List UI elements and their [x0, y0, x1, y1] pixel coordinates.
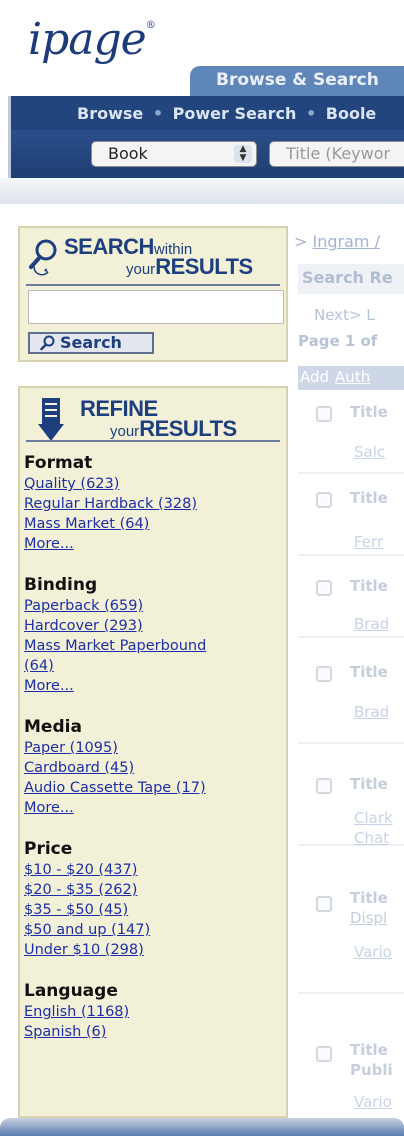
search-field-select[interactable]: Title (Keywor — [269, 141, 404, 167]
add-checkbox[interactable] — [316, 666, 332, 682]
site-header: ipage® Browse & Search Browse • Power Se… — [0, 0, 404, 204]
result-row: Title Brad — [298, 640, 404, 744]
facet-title: Price — [24, 839, 73, 859]
facet-link[interactable]: Quality (623) — [24, 474, 286, 494]
facet-link[interactable]: Regular Hardback (328) — [24, 494, 286, 514]
search-bar: Book ▲ ▼ Title (Keywor — [8, 130, 404, 178]
search-results: > Ingram / Search Re Next> L Page 1 of A… — [290, 226, 404, 1118]
nav-power-search-link[interactable]: Power Search — [173, 104, 297, 123]
down-arrow-icon — [38, 398, 64, 441]
result-row: Title Salc — [298, 394, 404, 474]
bottom-scroll-bar — [0, 1118, 404, 1136]
result-row: Title Displ Vario — [298, 866, 404, 994]
result-row: Title Brad — [298, 558, 404, 638]
facet-link[interactable]: Spanish (6) — [24, 1022, 286, 1042]
nav-browse-link[interactable]: Browse — [77, 104, 143, 123]
nav-bar: Browse • Power Search • Boole — [8, 96, 404, 130]
facet-binding: Binding Paperback (659) Hardcover (293) … — [24, 574, 286, 696]
facet-link[interactable]: Audio Cassette Tape (17) — [24, 778, 286, 798]
column-add: Add — [300, 368, 330, 386]
facet-link[interactable]: Mass Market (64) — [24, 514, 286, 534]
header-divider — [0, 178, 404, 204]
add-checkbox[interactable] — [316, 1046, 332, 1062]
search-within-panel: SEARCHwithin yourRESULTS Search — [18, 226, 288, 362]
result-row: Title Publi Vario — [298, 996, 404, 1118]
facet-link[interactable]: $20 - $35 (262) — [24, 880, 286, 900]
refine-results-panel: REFINE yourRESULTS Format Quality (623) … — [18, 386, 288, 1118]
facet-link[interactable]: $35 - $50 (45) — [24, 900, 286, 920]
magnifier-refresh-icon — [29, 239, 57, 276]
facet-link[interactable]: Paper (1095) — [24, 738, 286, 758]
facet-more-link[interactable]: More... — [24, 676, 286, 696]
facet-list: Format Quality (623) Regular Hardback (3… — [24, 452, 286, 1062]
result-row: Title Clark Chat — [298, 746, 404, 847]
facet-link[interactable]: (64) — [24, 656, 286, 676]
pagination-next[interactable]: Next> L — [314, 306, 375, 324]
page-indicator: Page 1 of — [298, 332, 378, 350]
search-within-button[interactable]: Search — [28, 332, 154, 354]
facet-link[interactable]: $50 and up (147) — [24, 920, 286, 940]
facet-more-link[interactable]: More... — [24, 798, 286, 818]
column-author[interactable]: Auth — [335, 368, 370, 386]
facet-price: Price $10 - $20 (437) $20 - $35 (262) $3… — [24, 838, 286, 960]
facet-link[interactable]: Paperback (659) — [24, 596, 286, 616]
facet-title: Binding — [24, 575, 98, 595]
add-checkbox[interactable] — [316, 580, 332, 596]
facet-link[interactable]: Mass Market Paperbound — [24, 636, 286, 656]
select-arrows-icon: ▲ ▼ — [234, 145, 252, 163]
search-type-select[interactable]: Book ▲ ▼ — [91, 141, 257, 167]
heading-rule — [26, 284, 280, 286]
add-checkbox[interactable] — [316, 778, 332, 794]
facet-media: Media Paper (1095) Cardboard (45) Audio … — [24, 716, 286, 818]
ipage-logo[interactable]: ipage® — [28, 14, 156, 65]
facet-title: Language — [24, 981, 118, 1001]
tab-browse-search[interactable]: Browse & Search — [190, 66, 404, 96]
facet-format: Format Quality (623) Regular Hardback (3… — [24, 452, 286, 554]
facet-title: Media — [24, 717, 82, 737]
facet-link[interactable]: $10 - $20 (437) — [24, 860, 286, 880]
breadcrumb-arrow-icon: > — [294, 232, 308, 251]
breadcrumb-link[interactable]: Ingram / — [313, 232, 380, 251]
facet-language: Language English (1168) Spanish (6) — [24, 980, 286, 1042]
results-header: Search Re — [298, 264, 404, 294]
facet-link[interactable]: English (1168) — [24, 1002, 286, 1022]
results-column-header: Add Auth — [298, 366, 404, 390]
refine-heading: REFINE yourRESULTS — [20, 388, 286, 442]
add-checkbox[interactable] — [316, 896, 332, 912]
search-within-heading: SEARCHwithin yourRESULTS — [20, 228, 286, 286]
result-row: Title Ferr — [298, 476, 404, 556]
facet-link[interactable]: Hardcover (293) — [24, 616, 286, 636]
breadcrumb: > Ingram / — [294, 232, 380, 251]
facet-title: Format — [24, 453, 93, 473]
heading-rule — [26, 440, 280, 442]
search-icon — [40, 335, 55, 351]
add-checkbox[interactable] — [316, 406, 332, 422]
search-within-input[interactable] — [28, 290, 284, 324]
nav-boolean-link[interactable]: Boole — [326, 104, 377, 123]
add-checkbox[interactable] — [316, 492, 332, 508]
facet-more-link[interactable]: More... — [24, 534, 286, 554]
facet-link[interactable]: Under $10 (298) — [24, 940, 286, 960]
facet-link[interactable]: Cardboard (45) — [24, 758, 286, 778]
